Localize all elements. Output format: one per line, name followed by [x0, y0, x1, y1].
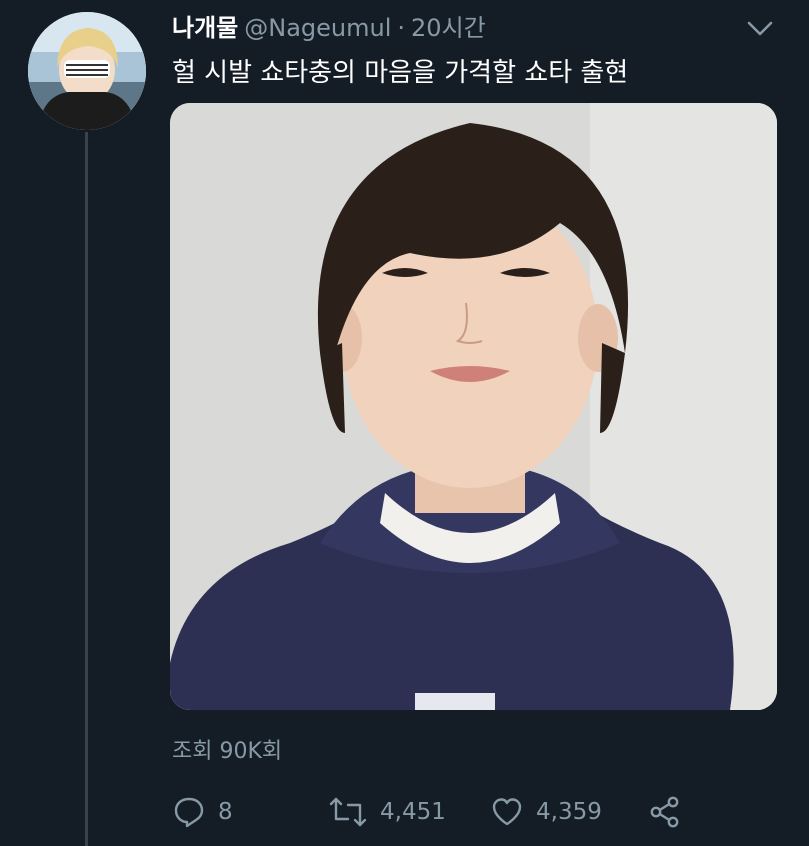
- share-icon: [650, 796, 679, 828]
- tweet-media[interactable]: [170, 103, 777, 710]
- retweet-button[interactable]: 4,451: [328, 792, 446, 832]
- user-handle[interactable]: @Nageumul: [244, 14, 391, 42]
- view-count: 조회 90K회: [172, 739, 283, 764]
- timestamp[interactable]: 20시간: [411, 8, 486, 43]
- share-button[interactable]: [648, 792, 682, 832]
- thread-line: [85, 132, 88, 846]
- reply-count: 8: [218, 799, 233, 825]
- retweet-icon: [329, 797, 367, 827]
- chevron-down-icon: [747, 21, 773, 36]
- tweet-view: 나개물 @Nageumul · 20시간 헐 시발 쇼타충의 마음을 가격할 쇼…: [0, 0, 809, 846]
- separator-dot: ·: [397, 14, 406, 42]
- display-name[interactable]: 나개물: [172, 8, 238, 43]
- reply-icon: [174, 797, 204, 828]
- media-photo: [170, 103, 777, 710]
- like-button[interactable]: 4,359: [490, 792, 602, 832]
- tweet-text: 헐 시발 쇼타충의 마음을 가격할 쇼타 출현: [172, 58, 629, 88]
- retweet-count: 4,451: [380, 799, 446, 825]
- avatar-image: [28, 12, 146, 130]
- like-icon: [492, 798, 522, 826]
- like-count: 4,359: [536, 799, 602, 825]
- avatar[interactable]: [28, 12, 146, 130]
- tweet-header: 나개물 @Nageumul · 20시간: [172, 8, 486, 42]
- more-options-button[interactable]: [744, 16, 776, 40]
- reply-button[interactable]: 8: [172, 792, 233, 832]
